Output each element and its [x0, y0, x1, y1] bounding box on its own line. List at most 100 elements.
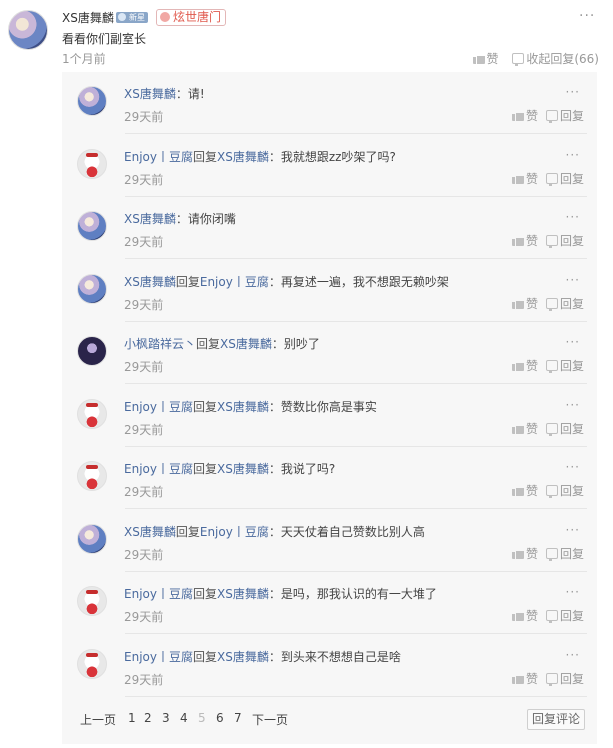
group-icon: [160, 12, 170, 22]
more-dots-icon[interactable]: ···: [566, 648, 580, 662]
reply-target-username[interactable]: XS唐舞麟: [217, 587, 269, 601]
reply-actions: 赞 回复: [504, 545, 584, 562]
reply-actions: 赞 回复: [504, 232, 584, 249]
more-dots-icon[interactable]: ···: [566, 585, 580, 599]
page-link[interactable]: 1: [128, 711, 136, 725]
reply-button[interactable]: 回复: [545, 607, 584, 624]
page-link[interactable]: 6: [216, 711, 224, 725]
thumb-up-icon: [511, 485, 524, 496]
page-link[interactable]: 7: [234, 711, 242, 725]
reply-username[interactable]: Enjoy丨豆腐: [124, 650, 193, 664]
avatar[interactable]: [77, 86, 107, 116]
more-dots-icon[interactable]: ···: [566, 85, 580, 99]
pagination: 上一页 1 2 3 4 5 6 7 下一页 回复评论: [62, 702, 597, 742]
reply-text: 我就想跟zz吵架了吗?: [280, 149, 396, 164]
reply-item: Enjoy丨豆腐回复XS唐舞麟：我说了吗? 29天前 ··· 赞回复: [62, 447, 597, 509]
like-label: 赞: [486, 52, 499, 66]
avatar[interactable]: [77, 586, 107, 616]
reply-username[interactable]: XS唐舞麟: [124, 87, 176, 101]
like-label: 赞: [525, 234, 538, 248]
thumb-up-icon: [511, 547, 524, 559]
more-dots-icon[interactable]: ···: [566, 335, 580, 349]
colon: ：: [268, 149, 281, 164]
reply-item: XS唐舞麟：请! 29天前 ··· 赞 回复: [62, 72, 597, 134]
avatar[interactable]: [77, 211, 107, 241]
avatar[interactable]: [77, 273, 107, 304]
like-button[interactable]: 赞: [511, 670, 538, 687]
avatar[interactable]: [77, 398, 107, 429]
reply-username[interactable]: Enjoy丨豆腐: [124, 587, 193, 601]
reply-target-username[interactable]: Enjoy丨豆腐: [200, 525, 269, 539]
group-tag[interactable]: 炫世唐门: [156, 9, 227, 26]
page-link[interactable]: 2: [144, 711, 152, 725]
colon: ：: [175, 212, 188, 226]
next-page-link[interactable]: 下一页: [252, 711, 288, 728]
reply-username[interactable]: XS唐舞麟: [124, 525, 176, 539]
reply-button[interactable]: 回复: [545, 170, 584, 187]
avatar[interactable]: [77, 148, 107, 179]
reply-target-username[interactable]: XS唐舞麟: [217, 400, 269, 414]
more-dots-icon[interactable]: ···: [566, 148, 580, 162]
reply-icon: [545, 485, 558, 498]
reply-time: 29天前: [124, 422, 164, 437]
more-dots-icon[interactable]: ···: [579, 8, 595, 24]
like-button[interactable]: 赞: [511, 107, 538, 124]
avatar[interactable]: [77, 648, 107, 679]
reply-button[interactable]: 回复: [545, 357, 584, 374]
avatar[interactable]: [77, 336, 107, 366]
like-button[interactable]: 赞: [511, 545, 538, 562]
reply-username[interactable]: Enjoy丨豆腐: [124, 150, 193, 164]
reply-line: XS唐舞麟：请!: [124, 86, 205, 102]
like-button[interactable]: 赞: [472, 50, 499, 67]
reply-button[interactable]: 回复: [545, 420, 584, 437]
reply-button[interactable]: 回复: [545, 232, 584, 249]
reply-actions: 赞 回复: [504, 420, 584, 437]
reply-button[interactable]: 回复: [545, 545, 584, 562]
like-button[interactable]: 赞: [511, 482, 538, 499]
avatar[interactable]: [8, 10, 48, 50]
more-dots-icon[interactable]: ···: [566, 460, 580, 474]
like-button[interactable]: 赞: [511, 295, 538, 312]
reply-target-username[interactable]: XS唐舞麟: [217, 650, 269, 664]
colon: ：: [268, 524, 281, 539]
prev-page-link[interactable]: 上一页: [80, 711, 116, 728]
reply-username[interactable]: XS唐舞麟: [124, 275, 176, 289]
avatar[interactable]: [77, 461, 107, 491]
reply-icon: [545, 172, 558, 186]
more-dots-icon[interactable]: ···: [566, 523, 580, 537]
like-button[interactable]: 赞: [511, 170, 538, 187]
avatar[interactable]: [77, 523, 107, 554]
reply-target-username[interactable]: XS唐舞麟: [220, 337, 272, 351]
reply-target-username[interactable]: Enjoy丨豆腐: [200, 275, 269, 289]
more-dots-icon[interactable]: ···: [566, 398, 580, 412]
page-link[interactable]: 3: [162, 711, 170, 725]
reply-button[interactable]: 回复: [545, 670, 584, 687]
reply-comment-button[interactable]: 回复评论: [526, 709, 585, 730]
reply-username[interactable]: XS唐舞麟: [124, 212, 176, 226]
reply-username[interactable]: Enjoy丨豆腐: [124, 400, 193, 414]
reply-target-username[interactable]: XS唐舞麟: [217, 462, 269, 476]
reply-button[interactable]: 回复: [545, 482, 584, 499]
more-dots-icon[interactable]: ···: [566, 273, 580, 287]
more-dots-icon[interactable]: ···: [566, 210, 580, 224]
reply-time: 29天前: [124, 297, 164, 312]
like-button[interactable]: 赞: [511, 357, 538, 374]
reply-button[interactable]: 回复: [545, 295, 584, 312]
thumb-up-icon: [511, 110, 524, 121]
reply-time: 29天前: [124, 172, 164, 187]
collapse-replies-button[interactable]: 收起回复(66): [512, 50, 599, 67]
reply-text: 赞数比你高是事实: [280, 399, 377, 414]
like-button[interactable]: 赞: [511, 420, 538, 437]
page-link[interactable]: 4: [180, 711, 188, 725]
like-button[interactable]: 赞: [511, 607, 538, 624]
like-button[interactable]: 赞: [511, 232, 538, 249]
reply-button[interactable]: 回复: [545, 107, 584, 124]
reply-target-username[interactable]: XS唐舞麟: [217, 150, 269, 164]
thumb-up-icon: [511, 672, 524, 684]
reply-username[interactable]: 小枫踏祥云丶: [124, 337, 196, 351]
reply-username[interactable]: Enjoy丨豆腐: [124, 462, 193, 476]
author-name[interactable]: XS唐舞麟: [62, 9, 114, 26]
like-label: 赞: [525, 671, 538, 686]
reply-item: Enjoy丨豆腐回复XS唐舞麟：是吗，那我认识的有一大堆了 29天前 ··· 赞回复: [62, 572, 597, 634]
thumb-up-icon: [511, 422, 524, 434]
